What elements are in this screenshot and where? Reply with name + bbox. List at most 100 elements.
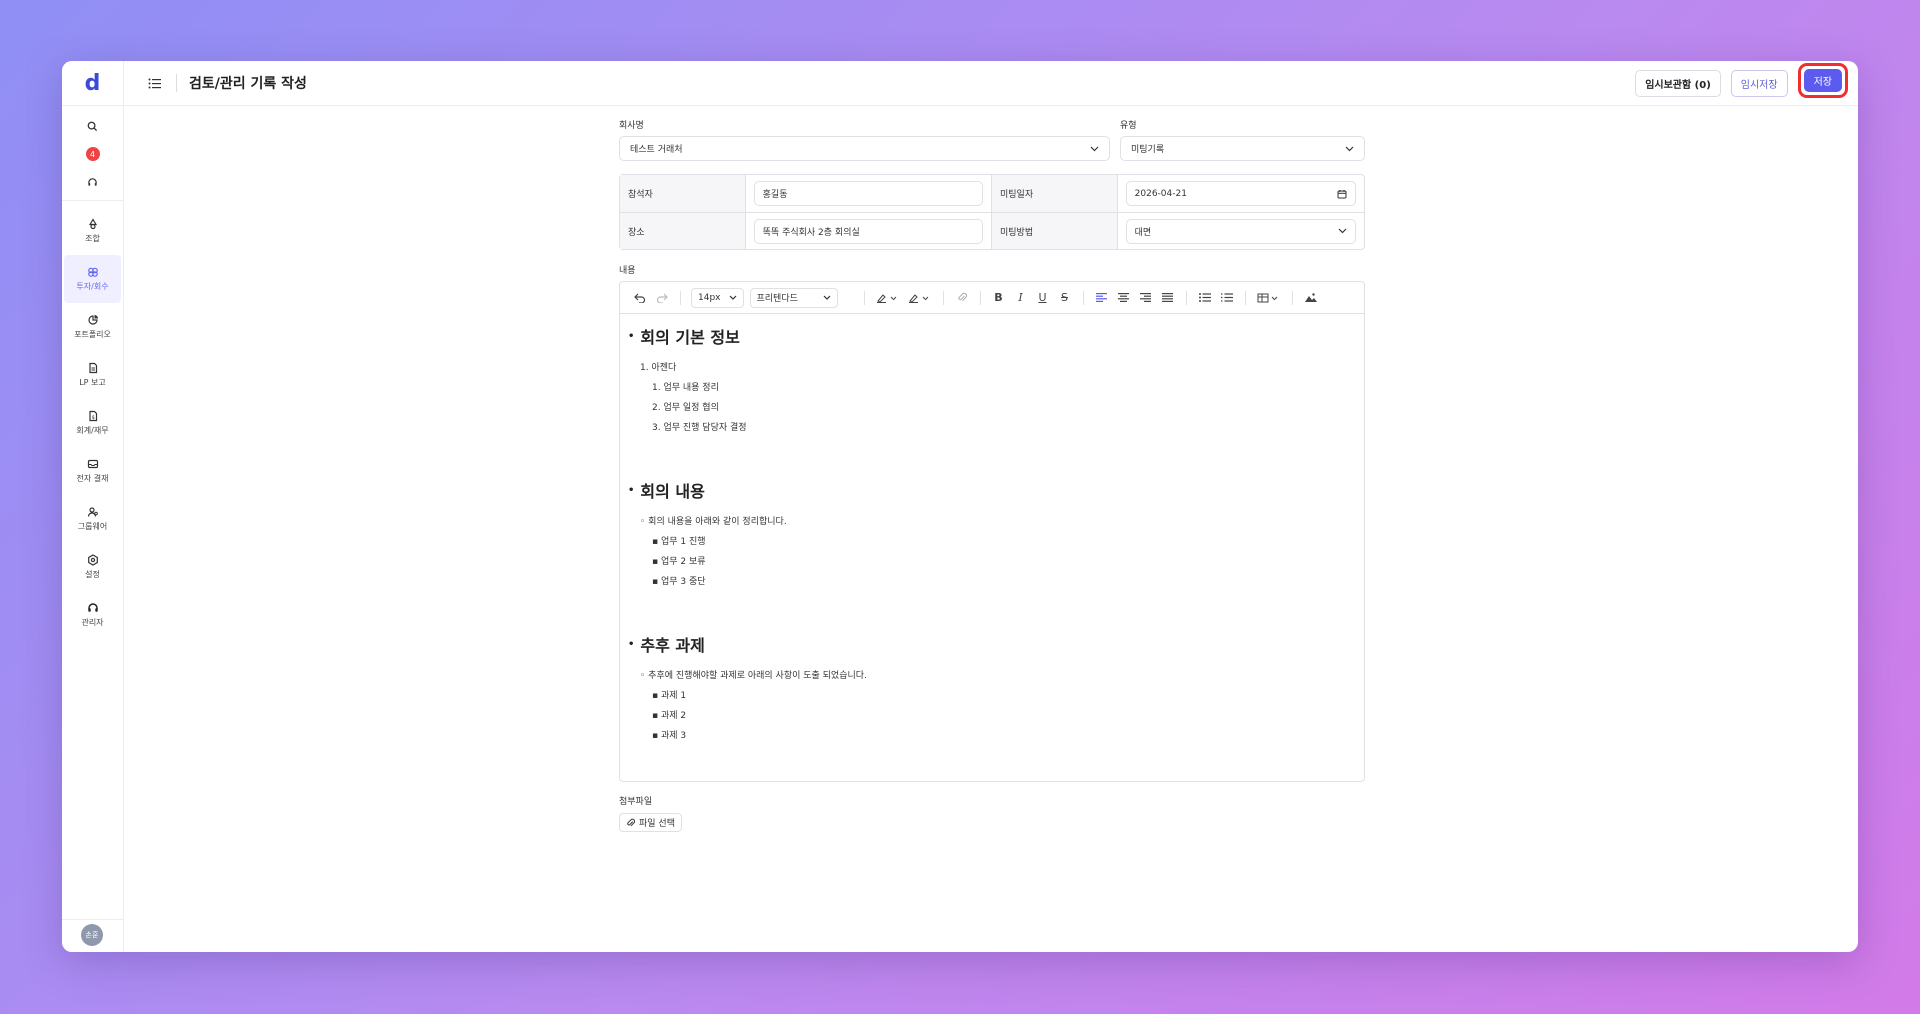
place-field[interactable]: 똑똑 주식회사 2층 회의실: [753, 218, 983, 244]
place-value: 똑똑 주식회사 2층 회의실: [762, 227, 860, 238]
font-family-select[interactable]: 프리텐다드: [749, 287, 838, 308]
list-item: ▪ 업무 1 진행: [652, 536, 706, 547]
toolbar-divider: [979, 290, 981, 305]
meeting-info-table: 참석자 홍길동 미팅일자 2026-04-21 장소 똑똑 주식회사 2층 회의…: [619, 174, 1365, 250]
list-item: ▪ 과제 1: [652, 690, 687, 701]
notification-button[interactable]: 4: [62, 140, 123, 168]
users-icon: [87, 507, 98, 517]
sidebar-item-label: 그룹웨어: [77, 522, 108, 531]
temp-save-button[interactable]: 임시저장: [1730, 70, 1788, 97]
strikethrough-icon[interactable]: S: [1057, 290, 1073, 306]
bold-icon[interactable]: B: [991, 290, 1007, 306]
search-button[interactable]: [62, 112, 123, 140]
meeting-method-cell: 대면: [1118, 213, 1364, 249]
sidebar-item-label: 회계/재무: [76, 426, 109, 435]
form-top-row: 회사명 테스트 거래처 유형 미팅기록: [619, 118, 1365, 161]
toolbar-divider: [863, 290, 865, 305]
chevron-down-icon: [1090, 146, 1099, 151]
sidebar-item-fund[interactable]: 조합: [64, 207, 121, 255]
meeting-method-select[interactable]: 대면: [1125, 218, 1356, 244]
svg-text:$: $: [91, 415, 94, 421]
type-select[interactable]: 미팅기록: [1120, 136, 1365, 161]
list-item: ▪ 업무 3 중단: [652, 576, 706, 587]
document-icon: [88, 362, 97, 374]
save-button-highlight: 저장: [1797, 63, 1848, 98]
attendees-cell: 홍길동: [746, 175, 992, 212]
image-icon[interactable]: [1303, 290, 1319, 306]
header-actions: 임시보관함 (0) 임시저장 저장: [1635, 63, 1848, 98]
app-window: d 4 조합 투자/회수 포트폴리오 LP 보고 $ 회계/재무 전자 결재 그…: [62, 61, 1858, 952]
align-left-icon[interactable]: [1094, 290, 1110, 306]
attendees-label: 참석자: [620, 175, 746, 212]
inbox-icon: [87, 459, 98, 469]
bullet-icon: •: [628, 484, 635, 496]
support-button[interactable]: [62, 168, 123, 196]
list-item: 3. 업무 진행 담당자 결정: [652, 422, 747, 433]
content-label: 내용: [619, 266, 636, 276]
toolbar-divider: [1291, 290, 1293, 305]
headset-icon: [88, 177, 97, 186]
infinity-icon: [87, 267, 98, 277]
toolbar-divider: [1185, 290, 1187, 305]
align-center-icon[interactable]: [1116, 290, 1132, 306]
sidebar-item-investment[interactable]: 투자/회수: [64, 255, 121, 303]
numbered-list-icon[interactable]: [1219, 290, 1235, 306]
align-justify-icon[interactable]: [1160, 290, 1176, 306]
rich-text-editor: 14px 프리텐다드 B I U S • 회의 기본 정보 1. 아젠다 1. …: [619, 281, 1365, 782]
meeting-date-value: 2026-04-21: [1134, 188, 1187, 199]
font-size-select[interactable]: 14px: [691, 287, 744, 308]
sidebar-item-groupware[interactable]: 그룹웨어: [64, 495, 121, 543]
chevron-down-icon: [1338, 228, 1347, 234]
sidebar-item-label: 전자 결재: [76, 474, 109, 483]
calendar-icon[interactable]: [1337, 189, 1347, 199]
headset-icon: [87, 603, 98, 612]
undo-icon[interactable]: [632, 290, 648, 306]
meeting-date-field[interactable]: 2026-04-21: [1125, 181, 1356, 206]
table-icon[interactable]: [1256, 290, 1282, 306]
company-select[interactable]: 테스트 거래처: [619, 136, 1110, 161]
sidebar-nav: 조합 투자/회수 포트폴리오 LP 보고 $ 회계/재무 전자 결재 그룹웨어 …: [62, 201, 123, 639]
align-right-icon[interactable]: [1138, 290, 1154, 306]
save-button[interactable]: 저장: [1803, 69, 1842, 92]
sidebar-item-accounting[interactable]: $ 회계/재무: [64, 399, 121, 447]
underline-icon[interactable]: U: [1035, 290, 1051, 306]
sidebar-item-admin[interactable]: 관리자: [64, 591, 121, 639]
app-logo[interactable]: d: [62, 61, 123, 106]
file-select-button[interactable]: 파일 선택: [619, 813, 682, 832]
page-header: 검토/관리 기록 작성 임시보관함 (0) 임시저장 저장: [124, 61, 1858, 106]
search-icon: [87, 121, 98, 131]
recycle-icon: [88, 218, 97, 230]
sidebar-item-approval[interactable]: 전자 결재: [64, 447, 121, 495]
meeting-date-label: 미팅일자: [992, 175, 1118, 212]
editor-content[interactable]: • 회의 기본 정보 1. 아젠다 1. 업무 내용 정리 2. 업무 일정 협의…: [620, 314, 1364, 754]
place-cell: 똑똑 주식회사 2층 회의실: [746, 213, 992, 249]
sidebar-item-label: 설정: [85, 570, 100, 579]
sidebar-item-portfolio[interactable]: 포트폴리오: [64, 303, 121, 351]
attendees-field[interactable]: 홍길동: [753, 181, 983, 206]
record-form: 회사명 테스트 거래처 유형 미팅기록 참석자 홍길동 미팅일자 2026-04…: [619, 118, 1365, 832]
attachment-icon[interactable]: [954, 290, 970, 306]
italic-icon[interactable]: I: [1013, 290, 1029, 306]
text-color-icon[interactable]: [875, 290, 901, 306]
bullet-list-icon[interactable]: [1197, 290, 1213, 306]
sidebar-utilities: 4: [62, 106, 123, 201]
header-divider: [176, 74, 177, 92]
attachment-label: 첨부파일: [619, 797, 653, 807]
section-heading-text: 회의 기본 정보: [640, 328, 740, 347]
list-item: ◦ 추후에 진행해야할 과제로 아래의 사항이 도출 되었습니다.: [640, 670, 867, 681]
table-row: 참석자 홍길동 미팅일자 2026-04-21: [620, 175, 1364, 212]
section-heading: • 회의 기본 정보: [628, 324, 1356, 348]
temp-storage-button[interactable]: 임시보관함 (0): [1635, 70, 1721, 97]
sidebar-divider: [62, 919, 123, 920]
toolbar-divider: [1244, 290, 1246, 305]
chevron-down-icon: [729, 295, 736, 300]
list-icon: [148, 78, 161, 88]
menu-toggle-button[interactable]: [144, 73, 164, 93]
sidebar-item-settings[interactable]: 설정: [64, 543, 121, 591]
type-group: 유형 미팅기록: [1120, 118, 1365, 161]
highlight-color-icon[interactable]: [907, 290, 933, 306]
sidebar-item-label: 투자/회수: [76, 282, 109, 291]
sidebar-item-lp-report[interactable]: LP 보고: [64, 351, 121, 399]
redo-icon[interactable]: [654, 290, 670, 306]
avatar[interactable]: 손훈: [81, 924, 103, 946]
